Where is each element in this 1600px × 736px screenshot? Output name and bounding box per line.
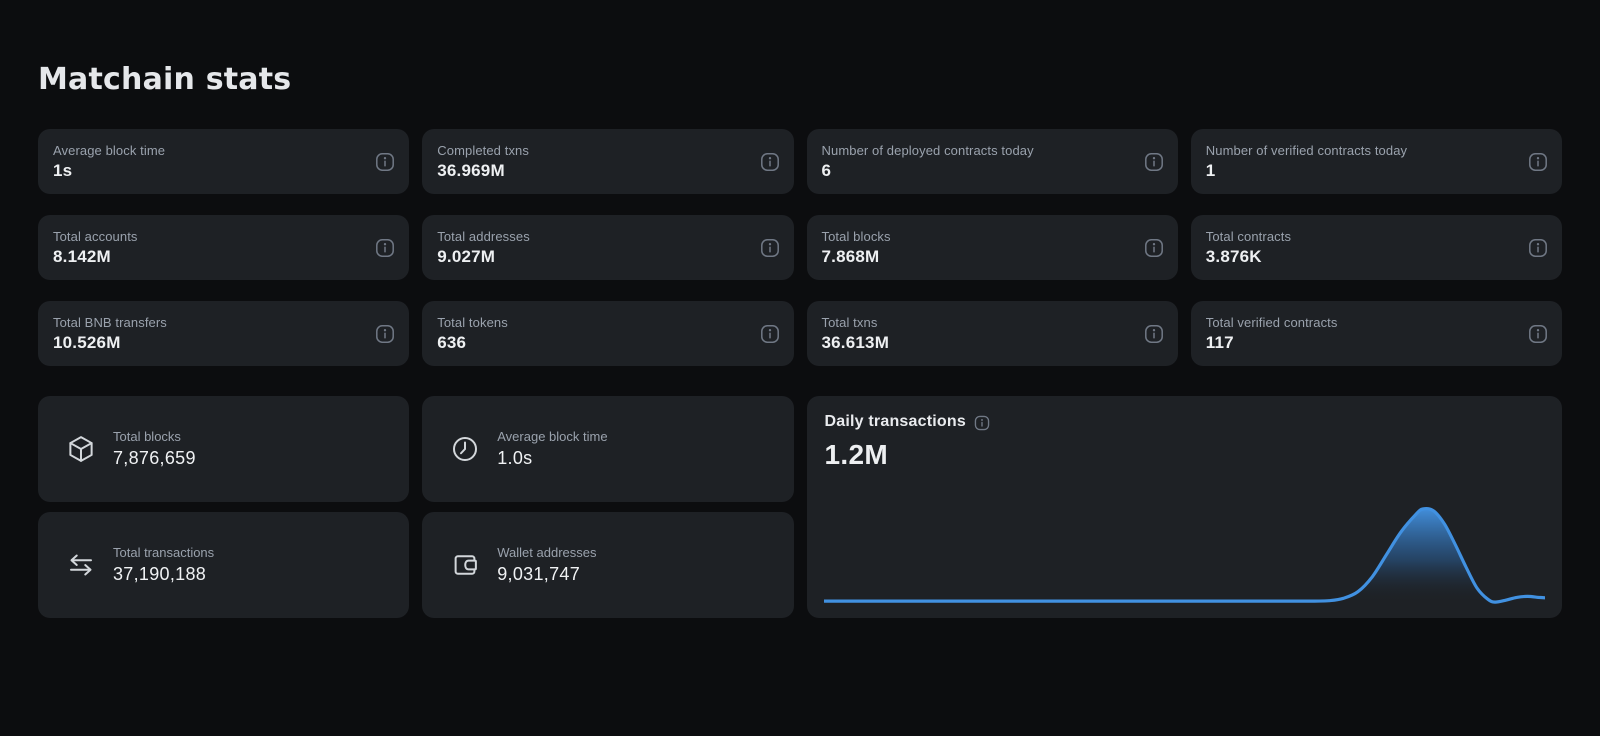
stat-value: 7.868M [821,246,880,266]
stat-value: 3.876K [1205,246,1262,266]
stat-label: Total blocks [821,228,891,244]
info-icon[interactable] [974,415,990,431]
stat-label: Average block time [53,142,166,158]
stat-label: Total BNB transfers [53,314,167,330]
info-icon[interactable] [760,238,780,258]
stats-grid: Average block time 1s Completed txns 36.… [38,129,1562,366]
info-icon[interactable] [760,324,780,344]
big-card-value: 9,031,747 [497,564,581,584]
stat-card-total-bnb-transfers: Total BNB transfers 10.526M [38,301,410,366]
big-card-value: 37,190,188 [113,564,207,584]
daily-transactions-card: Daily transactions 1.2M [806,396,1562,618]
big-card-value: 1.0s [497,448,533,468]
stat-card-total-accounts: Total accounts 8.142M [38,215,410,280]
big-card-average-block-time: Average block time 1.0s [422,396,794,502]
stat-value: 1s [53,160,73,180]
big-card-wallet-addresses: Wallet addresses 9,031,747 [422,512,794,618]
chart-area-fill [823,508,1545,603]
big-card-label: Total blocks [113,429,181,444]
big-card-total-transactions: Total transactions 37,190,188 [38,512,410,618]
stat-card-total-addresses: Total addresses 9.027M [422,215,794,280]
stat-label: Number of deployed contracts today [821,142,1034,158]
stat-value: 117 [1205,332,1234,352]
cube-icon [66,434,96,464]
stat-value: 6 [821,160,832,180]
stat-card-completed-txns: Completed txns 36.969M [422,129,794,194]
stat-value: 9.027M [437,246,496,266]
info-icon[interactable] [375,324,395,344]
info-icon[interactable] [375,238,395,258]
daily-transactions-title: Daily transactions [824,413,966,430]
stat-label: Completed txns [437,142,529,158]
stat-card-total-tokens: Total tokens 636 [422,301,794,366]
stat-label: Total accounts [53,228,138,244]
stat-card-verified-contracts-today: Number of verified contracts today 1 [1190,129,1562,194]
big-card-value: 7,876,659 [113,448,196,468]
bottom-section: Total blocks 7,876,659 Average block tim… [38,396,1562,618]
info-icon[interactable] [1528,152,1548,172]
info-icon[interactable] [1144,152,1164,172]
stat-label: Total contracts [1205,228,1292,244]
stat-value: 36.613M [821,332,890,352]
stat-card-total-txns: Total txns 36.613M [806,301,1178,366]
swap-arrows-icon [66,550,96,580]
stat-label: Total tokens [437,314,508,330]
info-icon[interactable] [1144,324,1164,344]
info-icon[interactable] [1144,238,1164,258]
info-icon[interactable] [1528,238,1548,258]
big-card-label: Total transactions [113,545,215,560]
stat-value: 10.526M [53,332,121,352]
stat-label: Number of verified contracts today [1205,142,1408,158]
stat-label: Total addresses [437,228,530,244]
stat-label: Total verified contracts [1205,314,1338,330]
info-icon[interactable] [1528,324,1548,344]
info-icon[interactable] [760,152,780,172]
stat-card-deployed-contracts-today: Number of deployed contracts today 6 [806,129,1178,194]
stat-value: 1 [1205,160,1216,180]
stat-card-total-verified-contracts: Total verified contracts 117 [1190,301,1562,366]
stat-value: 8.142M [53,246,111,266]
clock-icon [450,434,480,464]
daily-transactions-chart-svg [823,507,1545,604]
page-title: Matchain stats [38,62,292,97]
matchain-stats-page: Matchain stats Average block time 1s Com… [0,0,1600,618]
stat-label: Total txns [821,314,878,330]
daily-transactions-chart[interactable] [823,501,1545,611]
big-card-total-blocks: Total blocks 7,876,659 [38,396,410,502]
big-card-label: Average block time [497,429,608,444]
stat-card-average-block-time: Average block time 1s [38,129,410,194]
stat-card-total-contracts: Total contracts 3.876K [1190,215,1562,280]
big-card-label: Wallet addresses [497,545,597,560]
info-icon[interactable] [375,152,395,172]
stat-card-total-blocks: Total blocks 7.868M [806,215,1178,280]
stat-value: 36.969M [437,160,505,180]
wallet-icon [450,550,480,580]
stat-value: 636 [437,332,467,352]
daily-transactions-value: 1.2M [824,439,888,470]
